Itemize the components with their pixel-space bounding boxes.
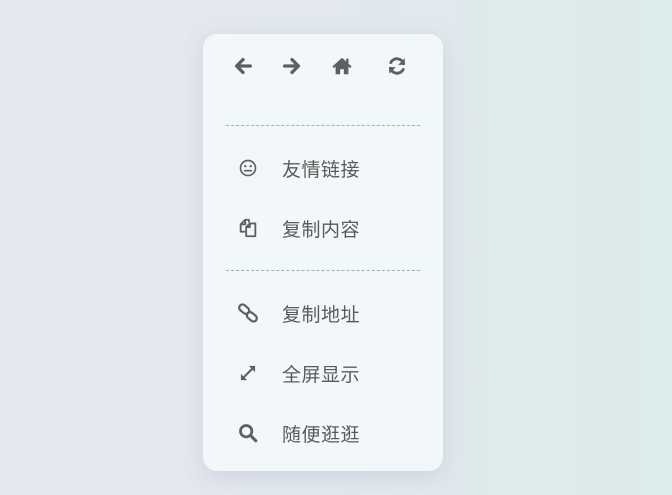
menu-item-label: 复制内容 [282, 218, 361, 241]
divider-top [226, 125, 420, 126]
search-icon [236, 421, 260, 445]
refresh-icon [388, 57, 406, 75]
arrow-left-icon [234, 57, 252, 75]
menu-item-copy-address[interactable]: 复制地址 [226, 291, 420, 335]
menu-item-label: 友情链接 [282, 158, 361, 181]
menu-item-label: 随便逛逛 [282, 423, 361, 446]
divider-middle [226, 270, 420, 271]
menu-item-friend-links[interactable]: 友情链接 [226, 146, 420, 190]
back-button[interactable] [229, 52, 257, 80]
copy-icon [236, 216, 260, 240]
menu-item-fullscreen[interactable]: 全屏显示 [226, 351, 420, 395]
context-menu: 友情链接 复制内容 复制地址 全屏显示 随便逛逛 [203, 34, 443, 471]
link-icon [236, 301, 260, 325]
menu-item-label: 复制地址 [282, 303, 361, 326]
home-button[interactable] [328, 52, 356, 80]
forward-button[interactable] [278, 52, 306, 80]
expand-icon [236, 361, 260, 385]
menu-item-label: 全屏显示 [282, 363, 361, 386]
refresh-button[interactable] [383, 52, 411, 80]
nav-toolbar [203, 52, 443, 80]
home-icon [332, 57, 352, 75]
menu-item-random-browse[interactable]: 随便逛逛 [226, 411, 420, 455]
smile-icon [236, 156, 260, 180]
arrow-right-icon [283, 57, 301, 75]
menu-item-copy-content[interactable]: 复制内容 [226, 206, 420, 250]
